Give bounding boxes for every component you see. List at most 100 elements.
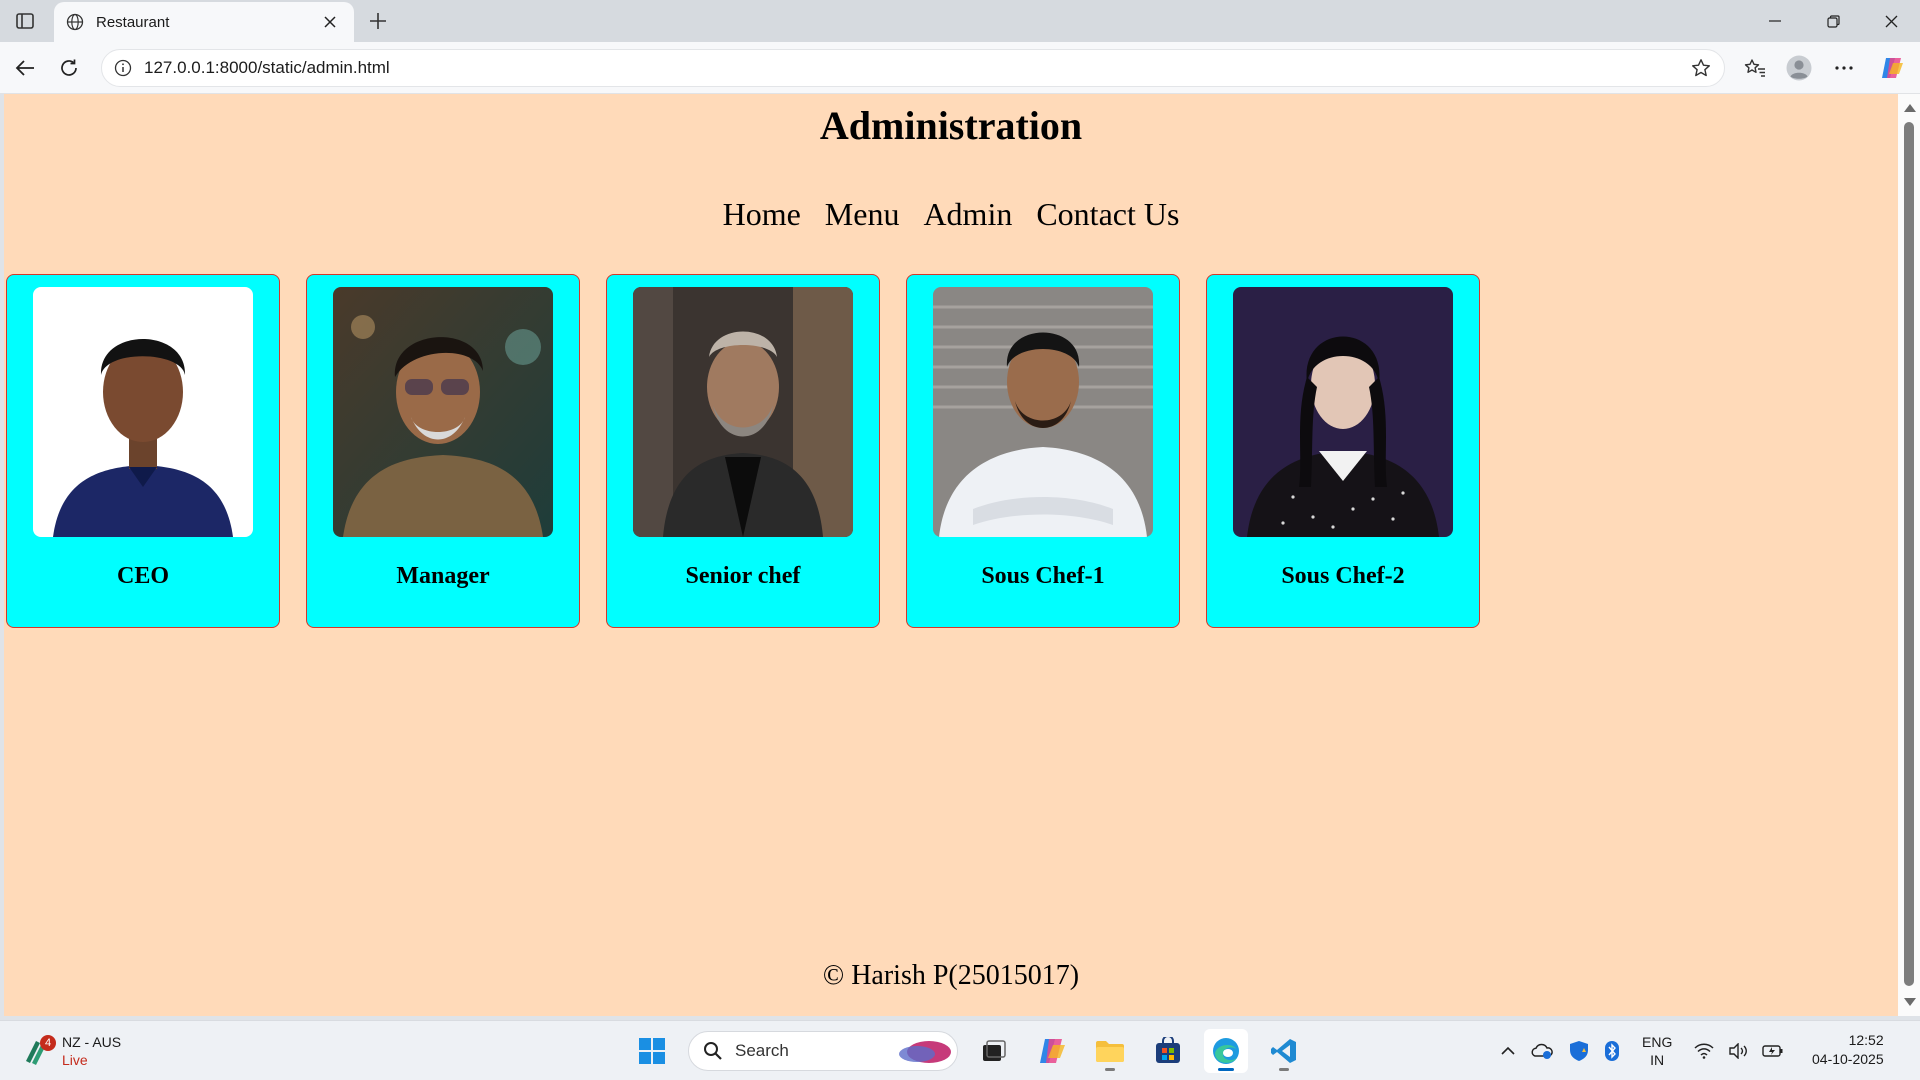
favorites-icon (1744, 59, 1765, 77)
page-title: Administration (819, 103, 1083, 148)
arrow-left-icon (15, 60, 34, 76)
start-button[interactable] (630, 1029, 674, 1073)
reload-icon (61, 59, 77, 76)
task-view-icon (983, 1040, 1006, 1061)
tab-title: Restaurant (96, 13, 170, 31)
task-view-button[interactable] (972, 1029, 1016, 1073)
close-icon (1885, 15, 1897, 27)
staff-cards: CEO Manager Senior chef Sous Chef-1 Sous… (6, 274, 1480, 628)
staff-photo (633, 287, 853, 537)
staff-role: Sous Chef-2 (1281, 563, 1405, 589)
favorites-button[interactable] (1738, 52, 1772, 84)
staff-photo (1233, 287, 1453, 537)
volume-icon[interactable] (1728, 1043, 1748, 1059)
info-icon (114, 59, 132, 77)
security-shield-icon[interactable] (1568, 1040, 1590, 1062)
vscode-icon (1271, 1039, 1296, 1063)
more-icon (1835, 66, 1853, 70)
minimize-button[interactable] (1746, 0, 1804, 42)
page-viewport: Administration Home Menu Admin Contact U… (4, 94, 1898, 1016)
page-scrollbar[interactable] (1898, 94, 1920, 1016)
restore-icon (1826, 14, 1840, 28)
clock-time: 12:52 (1848, 1032, 1884, 1048)
edge-icon (1213, 1038, 1239, 1064)
taskbar-search[interactable]: Search (688, 1031, 958, 1071)
windows-logo-icon (639, 1038, 665, 1064)
staff-card-sous-chef-2: Sous Chef-2 (1206, 274, 1480, 628)
search-highlight-icon (899, 1041, 951, 1063)
search-label: Search (735, 1041, 789, 1060)
weather-widget[interactable]: 4 NZ - AUS Live (22, 1029, 121, 1073)
nav-link-admin[interactable]: Admin (923, 196, 1012, 233)
main-nav: Home Menu Admin Contact Us (4, 196, 1898, 233)
staff-card-manager: Manager (306, 274, 580, 628)
address-bar[interactable]: 127.0.0.1:8000/static/admin.html (101, 49, 1725, 87)
avatar-icon (1786, 55, 1812, 81)
more-options-button[interactable] (1827, 52, 1861, 84)
reload-button[interactable] (52, 52, 86, 84)
scroll-down-icon[interactable] (1904, 998, 1916, 1006)
staff-photo (333, 287, 553, 537)
tab-close-button[interactable] (318, 10, 342, 34)
staff-role: Senior chef (685, 563, 801, 589)
running-indicator (1218, 1068, 1234, 1071)
nav-link-home[interactable]: Home (723, 196, 801, 233)
notification-badge: 4 (40, 1035, 56, 1051)
copilot-button[interactable] (1875, 52, 1909, 84)
vscode-button[interactable] (1262, 1029, 1306, 1073)
store-icon (1156, 1037, 1180, 1063)
folder-icon (1096, 1041, 1124, 1062)
chevron-up-icon[interactable] (1500, 1046, 1516, 1056)
wifi-icon[interactable] (1694, 1043, 1714, 1059)
staff-photo (33, 287, 253, 537)
browser-toolbar: 127.0.0.1:8000/static/admin.html (0, 42, 1920, 94)
plus-icon (370, 13, 386, 29)
copilot-icon (1040, 1039, 1065, 1063)
scroll-thumb[interactable] (1904, 122, 1914, 986)
windows-taskbar: 4 NZ - AUS Live Search ENG IN 12:52 04-1… (0, 1020, 1920, 1080)
staff-role: CEO (116, 563, 169, 589)
file-explorer-button[interactable] (1088, 1029, 1132, 1073)
profile-button[interactable] (1782, 52, 1816, 84)
minimize-icon (1769, 20, 1781, 22)
running-indicator (1105, 1068, 1115, 1071)
close-icon (324, 16, 336, 28)
battery-icon[interactable] (1762, 1043, 1784, 1059)
system-clock[interactable]: 12:52 04-10-2025 (1812, 1031, 1884, 1069)
staff-photo (933, 287, 1153, 537)
browser-tab-bar: Restaurant (0, 0, 1920, 42)
copilot-icon (1882, 58, 1903, 78)
staff-card-ceo: CEO (6, 274, 280, 628)
staff-card-sous-chef-1: Sous Chef-1 (906, 274, 1180, 628)
restore-button[interactable] (1804, 0, 1862, 42)
copilot-app-button[interactable] (1030, 1029, 1074, 1073)
widget-status: Live (62, 1052, 88, 1068)
back-button[interactable] (8, 52, 42, 84)
nav-link-contact-us[interactable]: Contact Us (1036, 196, 1179, 233)
language-region: IN (1650, 1052, 1665, 1068)
scroll-up-icon[interactable] (1904, 104, 1916, 112)
staff-card-senior-chef: Senior chef (606, 274, 880, 628)
onedrive-icon[interactable] (1530, 1042, 1554, 1060)
language-code: ENG (1642, 1034, 1673, 1050)
close-window-button[interactable] (1862, 0, 1920, 42)
clock-date: 04-10-2025 (1812, 1051, 1884, 1067)
store-button[interactable] (1146, 1029, 1190, 1073)
star-icon (1692, 59, 1710, 77)
url-text[interactable]: 127.0.0.1:8000/static/admin.html (144, 58, 1684, 78)
tab-actions-button[interactable] (8, 6, 42, 36)
system-tray: ENG IN (1500, 1029, 1784, 1073)
staff-role: Sous Chef-1 (981, 563, 1105, 589)
new-tab-button[interactable] (362, 6, 394, 36)
favorite-button[interactable] (1684, 51, 1718, 85)
edge-button[interactable] (1204, 1029, 1248, 1073)
globe-icon (66, 13, 84, 31)
bluetooth-icon[interactable] (1604, 1040, 1620, 1062)
search-icon (704, 1042, 722, 1060)
browser-tab[interactable]: Restaurant (54, 2, 354, 42)
page-footer: © Harish P(25015017) (822, 960, 1080, 991)
tab-actions-icon (16, 13, 34, 29)
nav-link-menu[interactable]: Menu (825, 196, 900, 233)
widget-title: NZ - AUS (62, 1034, 122, 1050)
language-indicator[interactable]: ENG IN (1642, 1033, 1672, 1069)
